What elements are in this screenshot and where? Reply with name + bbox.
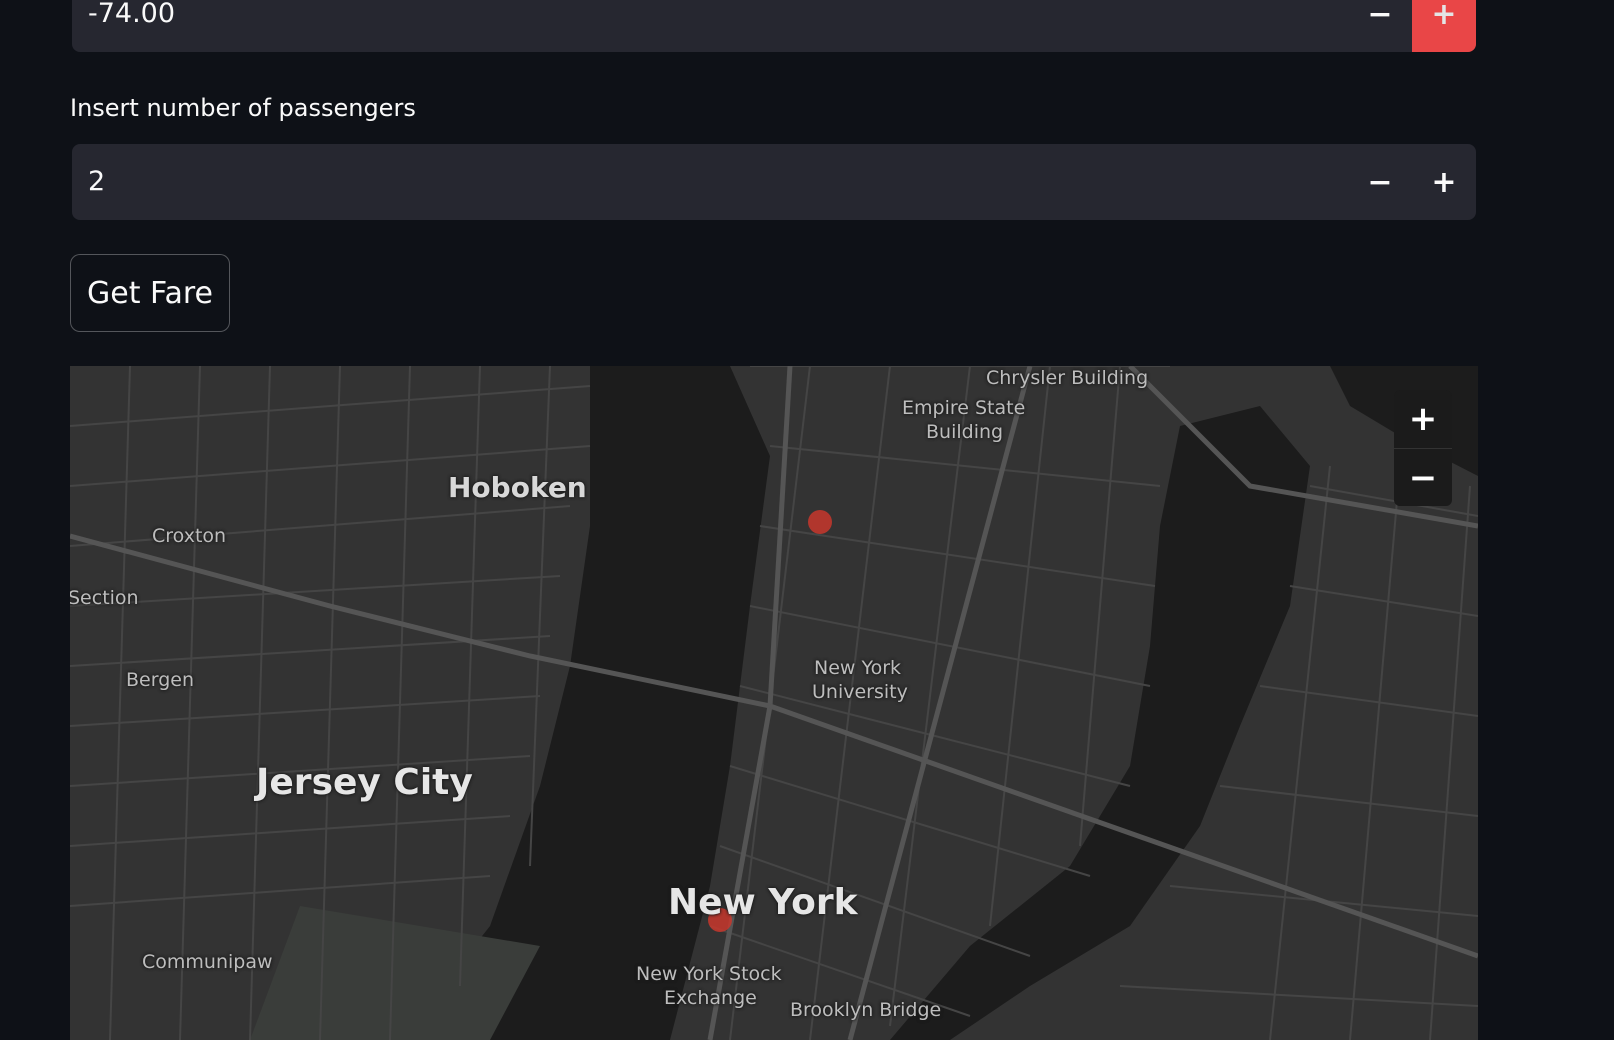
map-label-chrysler-building: Chrysler Building (986, 367, 1149, 389)
map-label-nyse-2: Exchange (664, 987, 757, 1009)
longitude-value[interactable]: -74.00 (88, 0, 175, 52)
map-label-nyu-2: University (812, 681, 908, 703)
zoom-out-button[interactable]: − (1394, 448, 1452, 506)
longitude-number-input: -74.00 − + (72, 0, 1476, 52)
map[interactable]: Chrysler Building Empire State Building … (70, 366, 1478, 1040)
map-label-empire-state-1: Empire State (902, 397, 1026, 419)
map-label-new-york: New York (668, 882, 858, 923)
passengers-decrement-button[interactable]: − (1348, 144, 1412, 220)
get-fare-button[interactable]: Get Fare (70, 254, 230, 332)
map-label-nyu-1: New York (814, 657, 902, 679)
map-label-croxton: Croxton (152, 525, 227, 547)
map-label-brooklyn-bridge: Brooklyn Bridge (790, 999, 942, 1021)
map-label-nyse-1: New York Stock (636, 963, 782, 985)
longitude-increment-button[interactable]: + (1412, 0, 1476, 52)
passengers-label: Insert number of passengers (70, 94, 416, 122)
map-label-bergen: Bergen (126, 669, 194, 691)
map-label-jersey-city: Jersey City (256, 762, 473, 803)
app-page: -74.00 − + Insert number of passengers 2… (0, 0, 1614, 1040)
map-zoom-controls: + − (1394, 390, 1452, 506)
passengers-number-input: 2 − + (72, 144, 1476, 220)
zoom-in-button[interactable]: + (1394, 390, 1452, 448)
passengers-value[interactable]: 2 (88, 144, 105, 220)
map-label-empire-state-2: Building (926, 421, 1004, 443)
map-base-layer (70, 366, 1478, 1040)
passengers-increment-button[interactable]: + (1412, 144, 1476, 220)
map-label-communipaw: Communipaw (142, 951, 273, 973)
map-label-section: Section (70, 587, 139, 609)
map-label-hoboken: Hoboken (448, 471, 587, 504)
pickup-marker[interactable] (808, 510, 832, 534)
longitude-decrement-button[interactable]: − (1348, 0, 1412, 52)
